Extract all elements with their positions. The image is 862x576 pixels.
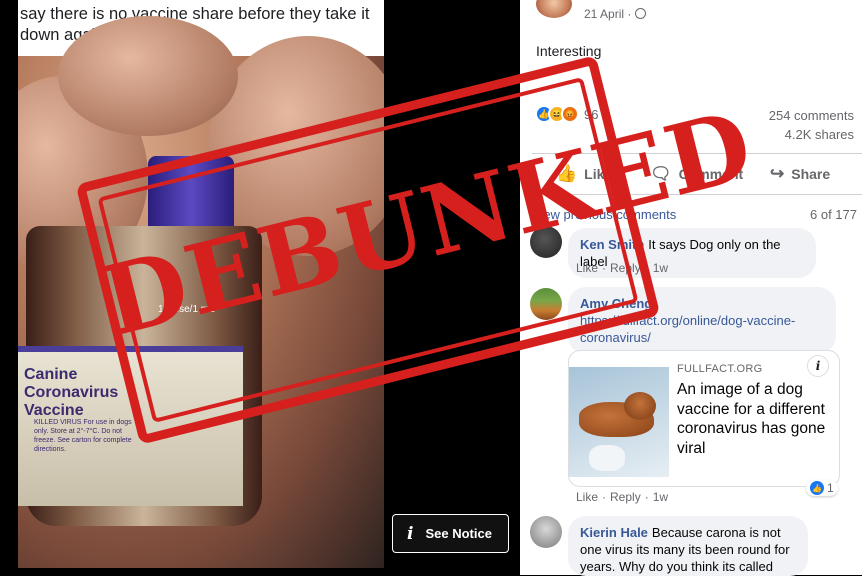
globe-icon	[635, 8, 646, 19]
see-notice-button[interactable]: i See Notice	[392, 514, 509, 553]
comment-author[interactable]: Kierin Hale	[580, 525, 648, 540]
post-text: Interesting	[536, 43, 602, 59]
vial-cap	[148, 156, 234, 236]
link-preview-card[interactable]: FULLFACT.ORG An image of a dog vaccine f…	[568, 350, 840, 487]
dog-head	[624, 392, 656, 420]
comment-author[interactable]: Amy Cheng	[580, 295, 820, 312]
view-previous-comments-link[interactable]: View previous comments	[532, 207, 676, 222]
share-label: Share	[791, 166, 831, 182]
post-timestamp[interactable]: 21 April ·	[584, 7, 631, 21]
avatar[interactable]	[530, 288, 562, 320]
comment-reply-link[interactable]: Reply	[610, 490, 641, 504]
link-title: An image of a dog vaccine for a differen…	[677, 381, 826, 457]
like-button[interactable]: 👍 Like	[556, 164, 612, 184]
thumbs-up-icon: 👍	[556, 164, 578, 183]
avatar[interactable]	[530, 226, 562, 258]
comment-like-link[interactable]: Like	[576, 261, 598, 275]
comment-time[interactable]: 1w	[653, 490, 668, 504]
share-button[interactable]: ↪ Share	[770, 164, 830, 184]
info-icon: i	[407, 523, 414, 544]
comment-position: 6 of 177	[810, 207, 857, 222]
shares-count[interactable]: 4.2K shares	[785, 127, 854, 142]
vaccine-photo: Canine Coronavirus Vaccine KILLED VIRUS …	[18, 16, 384, 568]
shared-post-screenshot: say there is no vaccine share before the…	[18, 0, 384, 568]
comment-label: Comment	[678, 166, 744, 182]
comment-like-count: 1	[827, 481, 834, 495]
reaction-summary[interactable]: 👍 😆 😡 96	[535, 105, 598, 123]
poster-avatar[interactable]	[536, 0, 572, 18]
comment-link[interactable]: https://fullfact.org/online/dog-vaccine-…	[580, 312, 824, 346]
comment-author[interactable]: Ken Smith	[580, 237, 644, 252]
share-arrow-icon: ↪	[770, 164, 785, 183]
comment-bubble: Kierin Hale Because carona is not one vir…	[568, 516, 808, 576]
comment-button[interactable]: 🗨 Comment	[650, 164, 743, 184]
avatar[interactable]	[530, 516, 562, 548]
thumb	[58, 16, 238, 136]
comment-time[interactable]: 1w	[653, 261, 668, 275]
speech-bubble-icon: 🗨	[650, 164, 672, 183]
see-notice-label: See Notice	[425, 526, 492, 541]
vial-label-title: Canine Coronavirus Vaccine	[24, 366, 119, 419]
divider	[532, 194, 862, 195]
divider	[532, 153, 862, 154]
comment-like-link[interactable]: Like	[576, 490, 598, 504]
comment-reply-link[interactable]: Reply	[610, 261, 641, 275]
comment-actions: Like · Reply · 1w	[576, 261, 669, 275]
link-source: FULLFACT.ORG	[677, 363, 763, 375]
comment-actions: Like · Reply · 1w	[576, 490, 669, 504]
like-reaction-icon: 👍	[810, 481, 824, 495]
reaction-count: 96	[584, 106, 599, 122]
facebook-post-panel: 21 April · Interesting 👍 😆 😡 96 254 comm…	[520, 0, 862, 576]
vial-label-small-print: KILLED VIRUS For use in dogs only. Store…	[34, 419, 132, 453]
angry-reaction-icon: 😡	[561, 105, 579, 123]
vial-dose: 1 Dose/1 mL	[158, 304, 215, 315]
link-preview-image	[569, 367, 669, 477]
comments-count[interactable]: 254 comments	[769, 108, 854, 123]
shared-image-panel: say there is no vaccine share before the…	[0, 0, 520, 575]
like-label: Like	[584, 166, 613, 182]
comment-bubble: Amy Cheng https://fullfact.org/online/do…	[568, 287, 836, 354]
info-icon[interactable]: i	[807, 355, 829, 377]
comment-reaction-badge[interactable]: 👍 1	[806, 480, 838, 496]
gloved-hand	[589, 445, 625, 471]
